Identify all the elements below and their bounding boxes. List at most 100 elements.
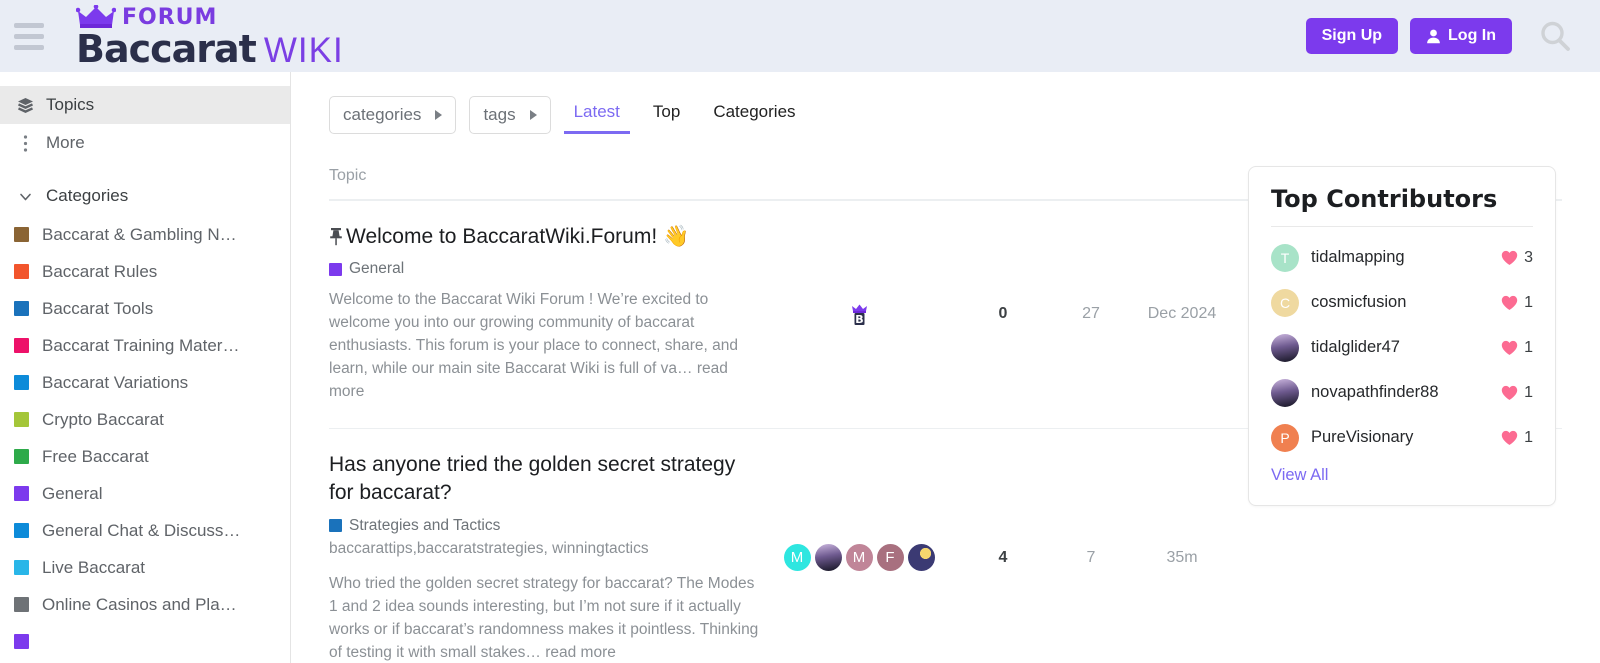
list-item[interactable]: tidalglider47 1 (1271, 325, 1533, 370)
tab-label: Categories (713, 102, 796, 121)
contributor-name[interactable]: PureVisionary (1311, 428, 1501, 447)
view-all-link[interactable]: View All (1271, 466, 1328, 485)
topic-category-link[interactable]: Strategies and Tactics (349, 517, 500, 535)
contributor-name[interactable]: novapathfinder88 (1311, 383, 1501, 402)
like-count: 1 (1501, 429, 1533, 447)
contributor-name[interactable]: tidalglider47 (1311, 338, 1501, 357)
logo-baccarat-text: Baccarat (76, 26, 257, 71)
topic-title[interactable]: Welcome to BaccaratWiki.Forum! 👋 (329, 223, 759, 251)
list-item[interactable]: novapathfinder88 1 (1271, 370, 1533, 415)
topic-meta: Strategies and Tactics baccarattips,bacca… (329, 517, 759, 562)
sidebar-category-item[interactable]: Live Baccarat (0, 549, 290, 586)
sidebar-category-item[interactable]: Baccarat Variations (0, 364, 290, 401)
heart-icon (1501, 385, 1518, 400)
contributor-list: Ttidalmapping 3 Ccosmicfusion 1 tidalglider4… (1271, 235, 1533, 460)
category-color-swatch (329, 519, 342, 533)
sidebar-category-item[interactable]: Baccarat Rules (0, 253, 290, 290)
category-color-swatch (14, 264, 29, 279)
sidebar-item-topics[interactable]: Topics (0, 86, 290, 124)
topic-title-text: Has anyone tried the golden secret strat… (329, 453, 736, 505)
category-color-swatch (14, 449, 29, 464)
topic-cell: Has anyone tried the golden secret strat… (329, 451, 759, 663)
list-item[interactable]: Ccosmicfusion 1 (1271, 280, 1533, 325)
sidebar-category-item[interactable]: Baccarat Tools (0, 290, 290, 327)
moon-avatar[interactable] (907, 544, 935, 572)
topic-excerpt: Welcome to the Baccarat Wiki Forum ! We’… (329, 291, 738, 401)
participant-avatars: B (759, 223, 959, 404)
sidebar-item-label: Topics (46, 95, 95, 114)
sidebar-category-item[interactable]: Baccarat & Gambling N… (0, 216, 290, 253)
avatar-initial[interactable]: M (845, 544, 873, 572)
contributor-name[interactable]: tidalmapping (1311, 248, 1501, 267)
avatar-initial[interactable]: T (1271, 243, 1299, 272)
sidebar-category-item[interactable]: General (0, 475, 290, 512)
category-label: Baccarat Variations (42, 372, 189, 392)
tab-categories[interactable]: Categories (703, 96, 805, 134)
sidebar-category-item[interactable]: General Chat & Discuss… (0, 512, 290, 549)
hamburger-bar (14, 22, 44, 28)
heart-icon (1501, 250, 1518, 265)
tab-latest[interactable]: Latest (563, 96, 630, 134)
topic-tags[interactable]: baccarattips,baccaratstrategies, winning… (329, 535, 649, 562)
topic-category-link[interactable]: General (349, 260, 404, 278)
night-scene-avatar[interactable] (814, 544, 842, 572)
sidebar-item-more[interactable]: More (0, 124, 290, 162)
avatar-initial[interactable]: C (1271, 288, 1299, 317)
sidebar-category-item[interactable]: Online Casinos and Pla… (0, 586, 290, 623)
like-count: 1 (1501, 294, 1533, 312)
user-icon (1427, 29, 1440, 43)
sidebar-section-categories[interactable]: Categories (0, 176, 290, 216)
category-label: Live Baccarat (42, 557, 145, 577)
category-label: Baccarat & Gambling N… (42, 224, 237, 244)
baccarat-wiki-logo-avatar[interactable]: B (845, 300, 873, 328)
category-color-swatch (329, 262, 342, 276)
topic-title[interactable]: Has anyone tried the golden secret strat… (329, 451, 759, 508)
avatar-initial[interactable]: P (1271, 423, 1299, 452)
category-color-swatch (14, 338, 29, 353)
novapathfinder88[interactable] (1271, 378, 1299, 407)
heart-icon (1501, 430, 1518, 445)
tab-label: Top (652, 102, 681, 121)
categories-dropdown-label: categories (343, 105, 422, 124)
layers-icon (14, 97, 36, 114)
sign-up-label: Sign Up (1321, 27, 1383, 44)
kebab-menu-icon (14, 134, 36, 152)
crown-icon (76, 4, 116, 28)
list-item[interactable]: P PureVisionary 1 (1271, 415, 1533, 460)
categories-dropdown[interactable]: categories (329, 96, 457, 134)
category-label: Crypto Baccarat (42, 409, 164, 429)
log-in-button[interactable]: Log In (1410, 18, 1512, 54)
caret-right-icon (435, 110, 443, 120)
category-color-swatch (14, 523, 29, 538)
hamburger-bar (14, 44, 44, 50)
tidalglider47[interactable] (1271, 333, 1299, 362)
site-header: FORUM Baccarat WIKI Sign Up Log In (0, 0, 1600, 72)
site-logo[interactable]: FORUM Baccarat WIKI (76, 4, 344, 71)
sidebar-section-label: Categories (46, 186, 129, 205)
sidebar-category-item[interactable] (0, 623, 290, 660)
sign-up-button[interactable]: Sign Up (1305, 18, 1399, 54)
views-count: 27 (1082, 304, 1100, 322)
participant-avatars: MMF (759, 451, 959, 663)
avatar-initial[interactable]: M (783, 544, 811, 572)
category-color-swatch (14, 634, 29, 649)
sidebar-category-item[interactable]: Free Baccarat (0, 438, 290, 475)
hamburger-icon[interactable] (14, 22, 44, 50)
sidebar-category-item[interactable]: Crypto Baccarat (0, 401, 290, 438)
sidebar-category-item[interactable]: Baccarat Training Mater… (0, 327, 290, 364)
category-label: General (42, 483, 103, 503)
category-color-swatch (14, 412, 29, 427)
tags-dropdown[interactable]: tags (469, 96, 551, 134)
category-color-swatch (14, 301, 29, 316)
topic-meta: General (329, 260, 759, 278)
panel-title: Top Contributors (1271, 185, 1498, 213)
category-color-swatch (14, 227, 29, 242)
tab-top[interactable]: Top (643, 96, 690, 134)
topic-navigation-bar: categories tags Latest Top Categories (291, 72, 1600, 134)
list-item[interactable]: Ttidalmapping 3 (1271, 235, 1533, 280)
category-label: Baccarat Tools (42, 298, 154, 318)
top-contributors-panel: Top Contributors Ttidalmapping 3 Ccosmicfu… (1248, 166, 1556, 506)
search-button[interactable] (1532, 15, 1578, 57)
avatar-initial[interactable]: F (876, 544, 904, 572)
contributor-name[interactable]: cosmicfusion (1311, 293, 1501, 312)
